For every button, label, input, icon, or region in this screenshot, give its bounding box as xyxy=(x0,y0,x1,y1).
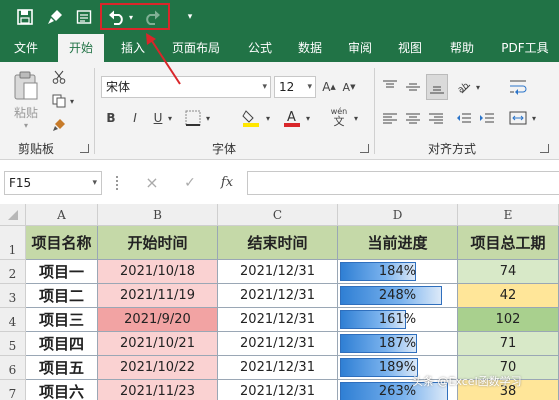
annotation-arrow xyxy=(146,33,181,85)
